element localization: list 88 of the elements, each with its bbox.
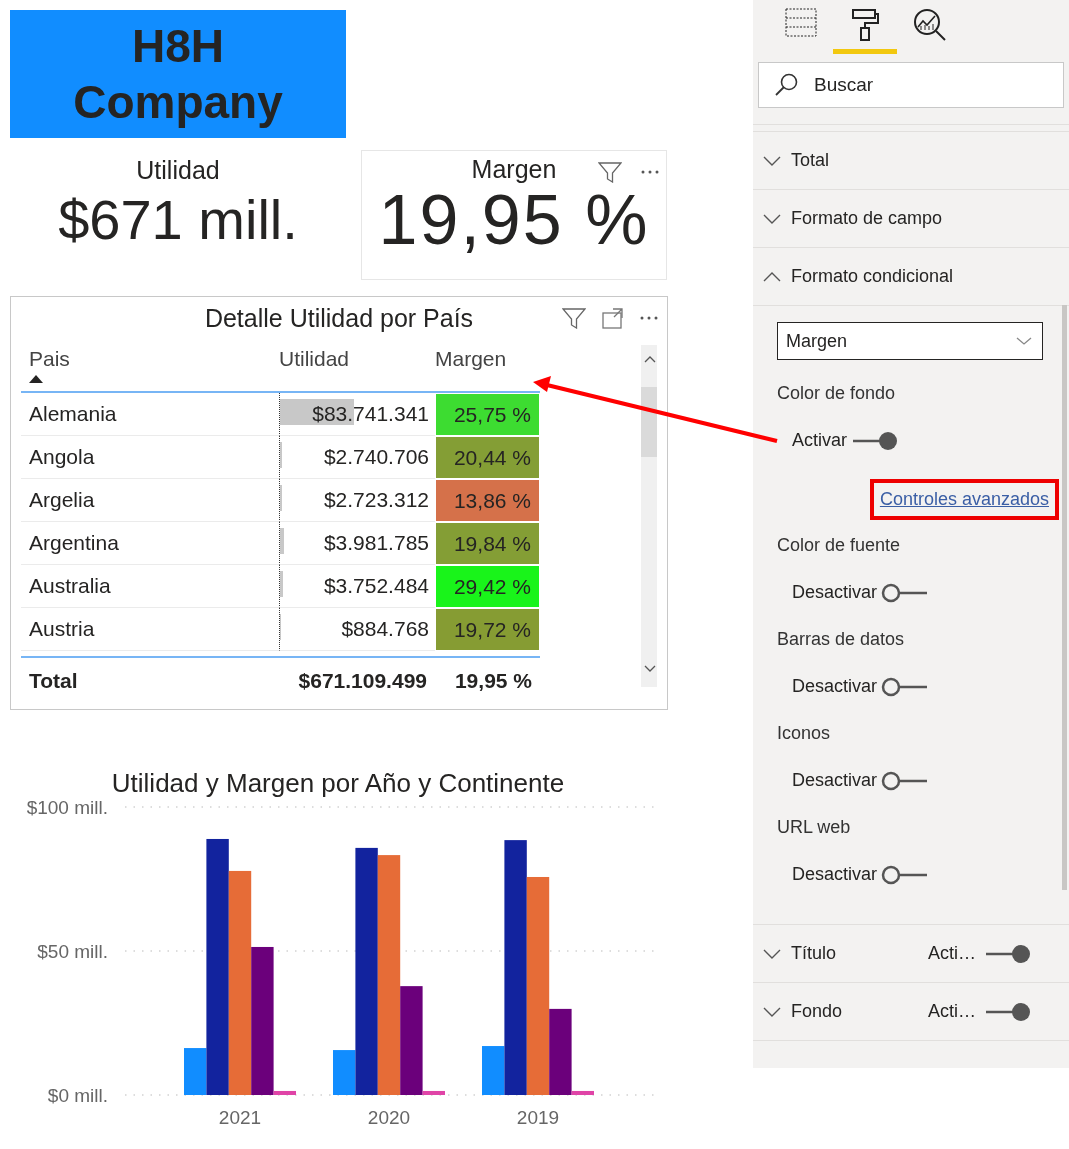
chevron-down-icon[interactable] <box>763 947 781 960</box>
toggle-switch[interactable] <box>984 943 1032 964</box>
toggle-switch[interactable] <box>881 770 930 791</box>
setting-label: Color de fondo <box>777 382 897 405</box>
table-cell: Angola <box>21 436 279 479</box>
filter-icon[interactable] <box>562 307 586 329</box>
table-cell: 25,75 % <box>435 393 540 436</box>
table-cell: 29,42 % <box>435 565 540 608</box>
column-header[interactable]: Utilidad <box>279 347 435 371</box>
search-icon <box>774 73 798 97</box>
toggle-switch[interactable] <box>881 676 930 697</box>
setting-label: Barras de datos <box>777 628 906 651</box>
column-header[interactable]: Margen <box>435 347 540 371</box>
scroll-up-icon[interactable] <box>644 355 656 364</box>
bar[interactable] <box>273 1090 296 1095</box>
section-header[interactable]: Fondo Acti… <box>753 983 1069 1041</box>
scroll-down-icon[interactable] <box>644 664 656 673</box>
table-cell: Alemania <box>21 393 279 436</box>
table-cell: Argelia <box>21 479 279 522</box>
table-cell: 19,95 % <box>435 656 540 704</box>
focus-mode-icon[interactable] <box>602 307 623 329</box>
more-options-icon[interactable] <box>640 169 660 175</box>
toggle-label: Desactivar <box>792 582 878 603</box>
bar[interactable] <box>526 877 550 1095</box>
chevron-up-icon[interactable] <box>763 270 781 283</box>
scrollbar[interactable] <box>1062 305 1067 890</box>
table-cell: $671.109.499 <box>279 656 435 704</box>
chevron-down-icon <box>1016 336 1032 346</box>
toggle-label: Acti… <box>928 943 976 964</box>
toggle-switch[interactable] <box>881 864 930 885</box>
kpi-label: Margen <box>471 155 557 184</box>
visual-title: Detalle Utilidad por País <box>204 303 474 333</box>
magnifier-chart-icon <box>912 8 946 42</box>
setting-label: Iconos <box>777 722 832 745</box>
axis-tick-label: $100 mill. <box>26 800 108 818</box>
bar[interactable] <box>422 1090 445 1095</box>
chevron-down-icon[interactable] <box>763 154 781 167</box>
axis-tick-label: 2020 <box>367 1107 411 1128</box>
table-cell: $83.741.341 <box>279 393 435 436</box>
toggle-switch[interactable] <box>984 1001 1032 1022</box>
table-cell: 19,72 % <box>435 608 540 651</box>
more-options-icon[interactable] <box>639 315 659 321</box>
setting-label: URL web <box>777 816 852 839</box>
filter-icon[interactable] <box>598 161 622 183</box>
bar[interactable] <box>400 986 423 1095</box>
axis-tick-label: 2021 <box>218 1107 262 1128</box>
bar[interactable] <box>355 847 378 1095</box>
scrollbar[interactable] <box>641 345 657 687</box>
total-label: Total <box>21 656 279 704</box>
bar[interactable] <box>377 855 401 1095</box>
bar[interactable] <box>504 840 527 1095</box>
chart-title: Utilidad y Margen por Año y Continente <box>110 768 566 800</box>
dropdown[interactable]: Margen <box>777 322 1043 360</box>
table-cell: 20,44 % <box>435 436 540 479</box>
column-header[interactable]: Pais <box>29 347 279 371</box>
sort-ascending-icon[interactable] <box>29 375 43 383</box>
setting-label: Color de fuente <box>777 534 902 557</box>
axis-tick-label: 2019 <box>516 1107 560 1128</box>
search-field[interactable]: Buscar <box>758 62 1064 108</box>
section-header[interactable]: Total <box>753 132 1069 190</box>
toggle-label: Desactivar <box>792 864 878 885</box>
section-header[interactable]: Formato condicional <box>753 248 1069 306</box>
company-title: H8H Company <box>10 10 346 138</box>
table-cell: Austria <box>21 608 279 651</box>
toggle-label: Acti… <box>928 1001 976 1022</box>
axis-tick-label: $0 mill. <box>47 1085 108 1106</box>
toggle-label: Desactivar <box>792 676 878 697</box>
advanced-controls-link[interactable]: Controles avanzados <box>869 478 1059 520</box>
bar[interactable] <box>549 1008 572 1095</box>
scroll-thumb[interactable] <box>641 387 657 457</box>
section-header[interactable]: Formato de campo <box>753 190 1069 248</box>
kpi-label: Utilidad <box>136 156 220 185</box>
chevron-down-icon[interactable] <box>763 1005 781 1018</box>
toggle-label: Desactivar <box>792 770 878 791</box>
chevron-down-icon[interactable] <box>763 212 781 225</box>
toggle-switch[interactable] <box>851 430 899 451</box>
table-cell: 13,86 % <box>435 479 540 522</box>
bar[interactable] <box>206 838 229 1095</box>
table-cell: Argentina <box>21 522 279 565</box>
section-header[interactable]: Título Acti… <box>753 925 1069 983</box>
axis-tick-label: $50 mill. <box>37 941 108 962</box>
kpi-value: $671 mill. <box>58 187 298 252</box>
toggle-switch[interactable] <box>881 582 930 603</box>
toggle-label: Activar <box>792 430 847 451</box>
table-cell: Australia <box>21 565 279 608</box>
bar[interactable] <box>251 946 274 1095</box>
bar[interactable] <box>571 1090 594 1095</box>
table-cell: 19,84 % <box>435 522 540 565</box>
